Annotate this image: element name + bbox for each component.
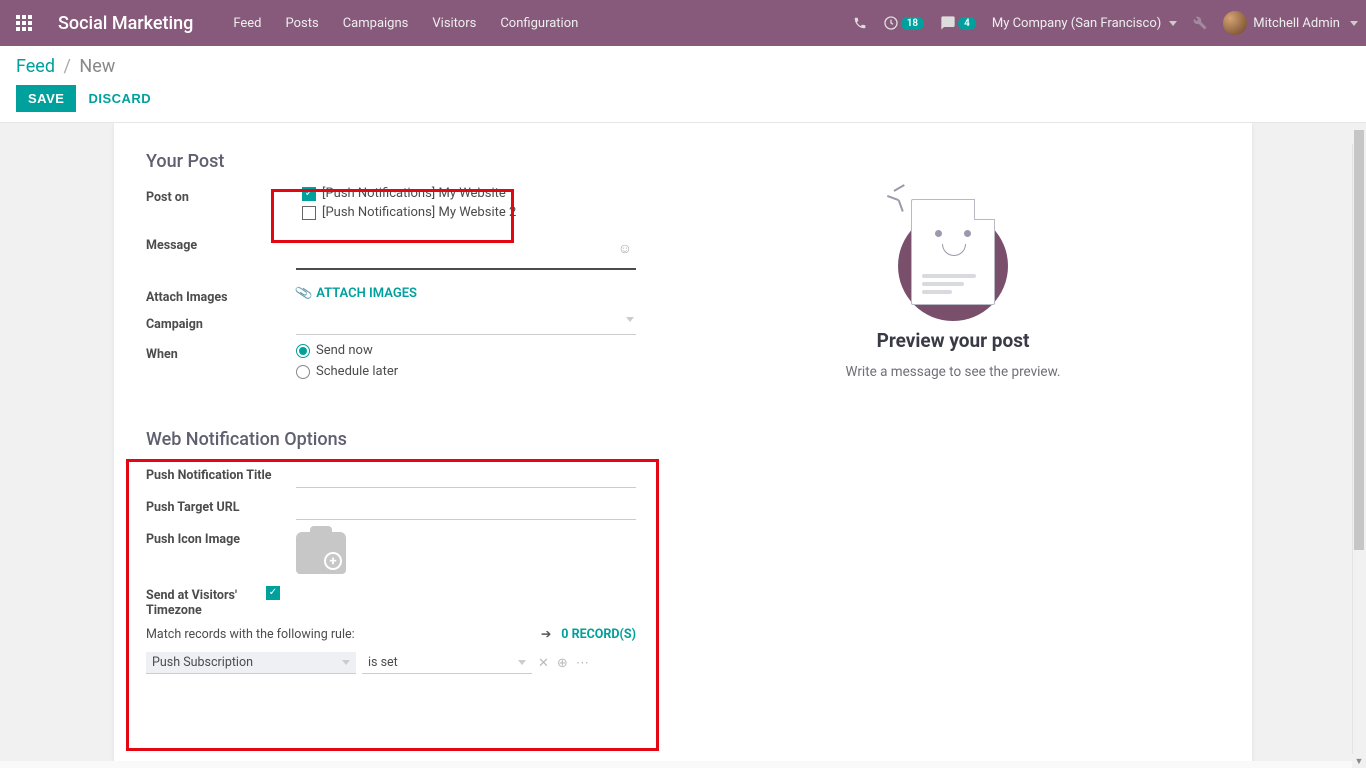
breadcrumb-current: New — [79, 56, 115, 77]
attach-images-button[interactable]: 📎 ATTACH IMAGES — [296, 286, 417, 301]
label-push-title: Push Notification Title — [146, 464, 296, 483]
save-button[interactable]: Save — [16, 85, 76, 112]
push-title-input[interactable] — [296, 464, 636, 488]
label-attach: Attach Images — [146, 286, 296, 305]
main-content: Your Post Post on [Push Notifications] M… — [0, 123, 1366, 761]
emoji-picker-icon[interactable]: ☺ — [618, 240, 632, 257]
activities-badge: 18 — [901, 17, 924, 30]
nav-item-campaigns[interactable]: Campaigns — [343, 16, 409, 31]
label-push-tz: Send at Visitors' Timezone — [146, 584, 266, 618]
nav-item-feed[interactable]: Feed — [233, 16, 261, 31]
label-push-url: Push Target URL — [146, 496, 296, 515]
activities-icon[interactable]: 18 — [883, 15, 924, 31]
push-icon-upload[interactable]: + — [296, 532, 346, 574]
caret-down-icon — [342, 660, 350, 665]
arrow-right-icon: ➔ — [541, 626, 551, 642]
checkbox-visitor-timezone[interactable] — [266, 586, 280, 600]
company-selector[interactable]: My Company (San Francisco) — [992, 16, 1177, 31]
nav-item-visitors[interactable]: Visitors — [432, 16, 476, 31]
checkbox-label: [Push Notifications] My Website 2 — [322, 205, 516, 220]
rule-delete-icon[interactable]: ✕ — [538, 656, 549, 671]
rule-add-icon[interactable]: ⊕ — [557, 656, 568, 671]
rule-more-icon[interactable]: ⋯ — [576, 656, 589, 671]
caret-down-icon — [626, 317, 634, 322]
rule-field-select[interactable]: Push Subscription — [146, 652, 356, 674]
records-count-link[interactable]: 0 RECORD(S) — [561, 627, 636, 642]
message-input[interactable]: ☺ — [296, 234, 636, 270]
nav-item-posts[interactable]: Posts — [286, 16, 319, 31]
match-rule-label: Match records with the following rule: — [146, 627, 355, 642]
label-message: Message — [146, 234, 296, 253]
nav-menu: Feed Posts Campaigns Visitors Configurat… — [233, 16, 578, 31]
label-post-on: Post on — [146, 186, 296, 205]
label-push-icon: Push Icon Image — [146, 528, 296, 547]
caret-down-icon — [1169, 21, 1177, 26]
rule-operator-select[interactable]: is set — [362, 652, 532, 674]
app-brand[interactable]: Social Marketing — [58, 13, 193, 34]
discard-button[interactable]: Discard — [88, 91, 151, 106]
phone-icon[interactable] — [853, 16, 867, 30]
radio-schedule-later[interactable] — [296, 365, 310, 379]
breadcrumb-parent[interactable]: Feed — [16, 56, 55, 77]
breadcrumb: Feed / New — [16, 56, 1350, 77]
messages-badge: 4 — [958, 17, 976, 30]
form-sheet: Your Post Post on [Push Notifications] M… — [114, 123, 1252, 761]
caret-down-icon — [1350, 21, 1358, 26]
push-url-input[interactable] — [296, 496, 636, 520]
scrollbar-thumb[interactable] — [1354, 130, 1364, 550]
label-campaign: Campaign — [146, 313, 296, 332]
nav-item-configuration[interactable]: Configuration — [500, 16, 578, 31]
scrollbar-down-icon[interactable]: ▼ — [1352, 754, 1366, 768]
preview-subtitle: Write a message to see the preview. — [846, 364, 1061, 380]
caret-down-icon — [518, 660, 526, 665]
debug-icon[interactable] — [1193, 16, 1207, 30]
paperclip-icon: 📎 — [294, 284, 314, 303]
avatar — [1223, 11, 1247, 35]
apps-icon[interactable] — [8, 7, 40, 39]
top-navigation: Social Marketing Feed Posts Campaigns Vi… — [0, 0, 1366, 46]
checkbox-label: [Push Notifications] My Website — [322, 186, 506, 201]
section-your-post: Your Post — [146, 151, 636, 172]
checkbox-poston-2[interactable] — [302, 206, 316, 220]
checkbox-poston-1[interactable] — [302, 187, 316, 201]
messages-icon[interactable]: 4 — [940, 15, 976, 31]
label-when: When — [146, 343, 296, 362]
control-bar: Feed / New Save Discard — [0, 46, 1366, 123]
user-menu[interactable]: Mitchell Admin — [1223, 11, 1358, 35]
preview-title: Preview your post — [877, 329, 1030, 352]
plus-icon: + — [324, 552, 342, 570]
campaign-select[interactable] — [296, 313, 636, 335]
section-web-notification: Web Notification Options — [146, 429, 636, 450]
preview-illustration — [893, 183, 1013, 313]
preview-panel: Preview your post Write a message to see… — [654, 123, 1252, 761]
radio-send-now[interactable] — [296, 344, 310, 358]
